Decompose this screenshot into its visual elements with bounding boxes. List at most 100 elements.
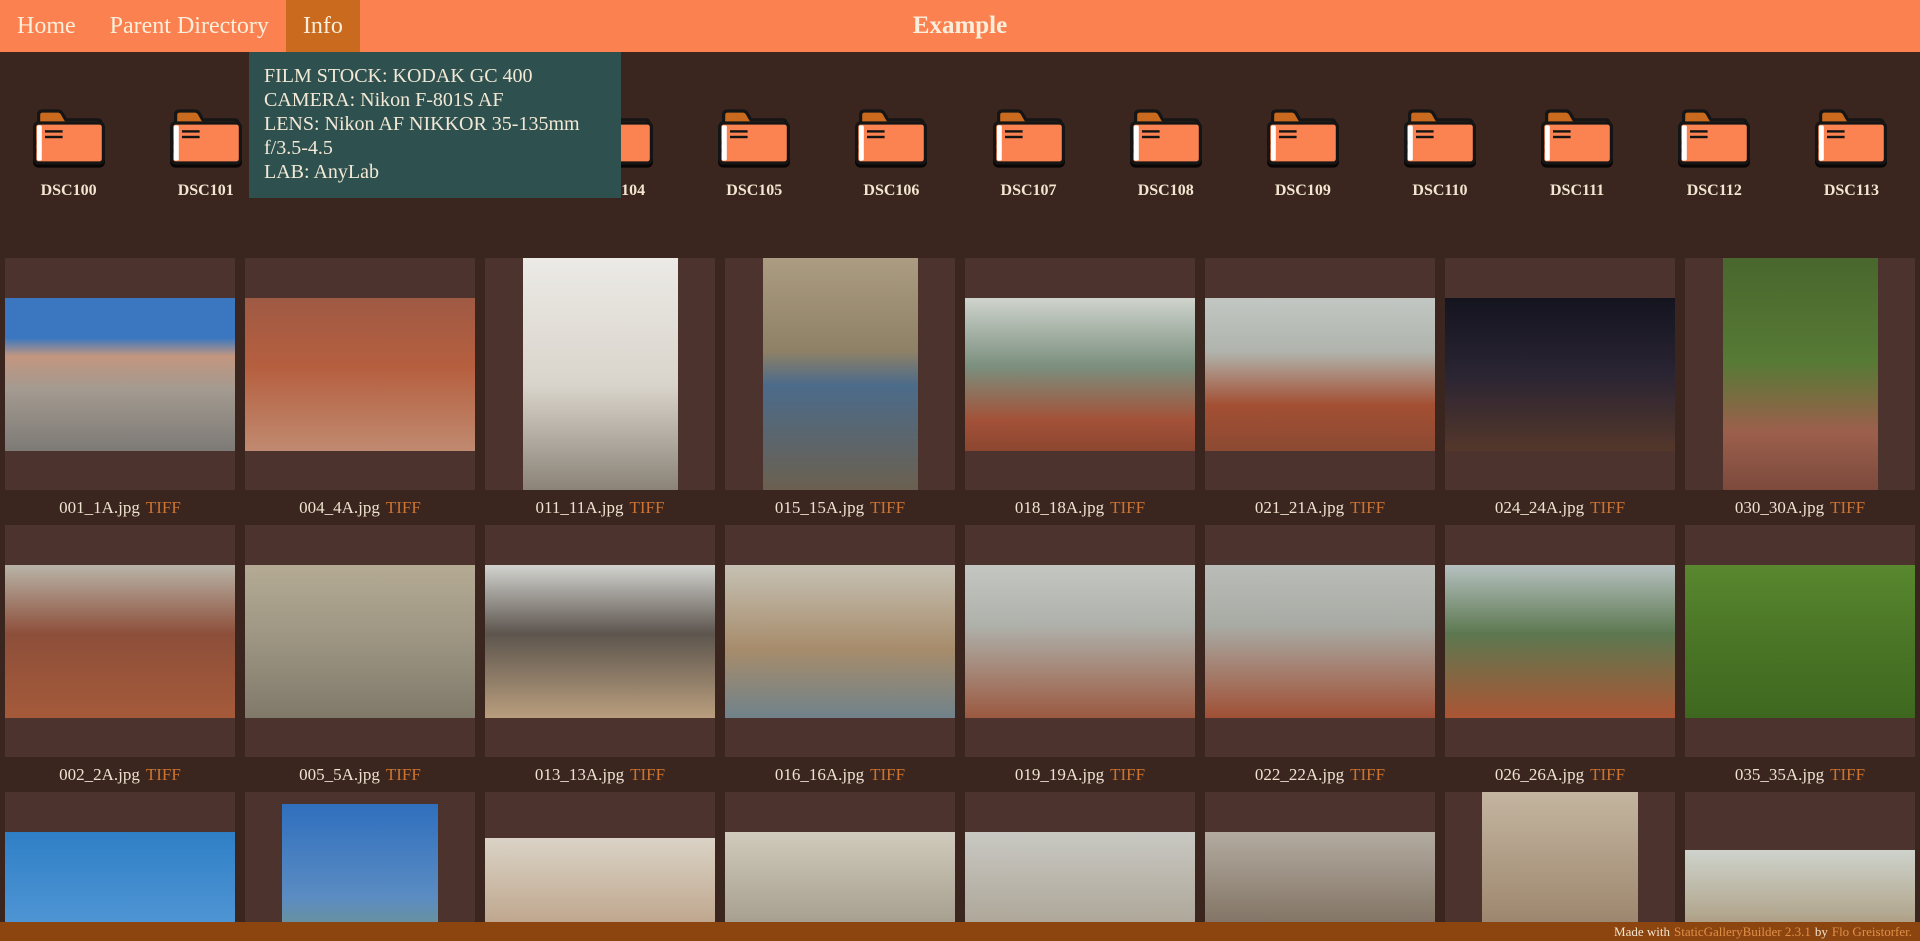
nav-item-info[interactable]: Info	[285, 0, 360, 52]
folder-item-dsc111[interactable]: DSC111	[1509, 102, 1646, 253]
thumbnail-format-tag[interactable]: TIFF	[386, 498, 421, 518]
thumbnail-caption[interactable]: 002_2A.jpg TIFF	[0, 757, 240, 792]
thumbnail-photo[interactable]	[245, 564, 475, 718]
thumbnail-tile[interactable]	[725, 258, 955, 490]
thumbnail-tile[interactable]	[1205, 792, 1435, 941]
gallery-item[interactable]: 021_21A.jpg TIFF	[1200, 258, 1440, 525]
thumbnail-caption[interactable]: 021_21A.jpg TIFF	[1200, 490, 1440, 525]
thumbnail-caption[interactable]: 035_35A.jpg TIFF	[1680, 757, 1920, 792]
gallery-item[interactable]: 035_35A.jpg TIFF	[1680, 525, 1920, 792]
thumbnail-caption[interactable]: 013_13A.jpg TIFF	[480, 757, 720, 792]
thumbnail-tile[interactable]	[965, 792, 1195, 941]
folder-item-dsc112[interactable]: DSC112	[1646, 102, 1783, 253]
thumbnail-photo[interactable]	[762, 258, 918, 490]
thumbnail-photo[interactable]	[522, 258, 678, 490]
thumbnail-tile[interactable]	[1685, 792, 1915, 941]
thumbnail-caption[interactable]: 005_5A.jpg TIFF	[240, 757, 480, 792]
folder-item-dsc107[interactable]: DSC107	[960, 102, 1097, 253]
thumbnail-photo[interactable]	[1205, 564, 1435, 718]
footer-gallery-builder-link[interactable]: StaticGalleryBuilder 2.3.1	[1674, 924, 1811, 940]
thumbnail-format-tag[interactable]: TIFF	[1590, 765, 1625, 785]
thumbnail-photo[interactable]	[1685, 564, 1915, 718]
gallery-item[interactable]: 004_4A.jpg TIFF	[240, 258, 480, 525]
gallery-item[interactable]: 022_22A.jpg TIFF	[1200, 525, 1440, 792]
thumbnail-photo[interactable]	[5, 564, 235, 718]
thumbnail-tile[interactable]	[965, 525, 1195, 757]
thumbnail-tile[interactable]	[485, 525, 715, 757]
folder-item-dsc105[interactable]: DSC105	[686, 102, 823, 253]
folder-item-dsc108[interactable]: DSC108	[1097, 102, 1234, 253]
gallery-item[interactable]	[480, 792, 720, 941]
thumbnail-tile[interactable]	[965, 258, 1195, 490]
thumbnail-tile[interactable]	[5, 258, 235, 490]
thumbnail-caption[interactable]: 030_30A.jpg TIFF	[1680, 490, 1920, 525]
thumbnail-format-tag[interactable]: TIFF	[146, 498, 181, 518]
thumbnail-format-tag[interactable]: TIFF	[630, 498, 665, 518]
gallery-item[interactable]: 013_13A.jpg TIFF	[480, 525, 720, 792]
thumbnail-tile[interactable]	[245, 258, 475, 490]
thumbnail-caption[interactable]: 024_24A.jpg TIFF	[1440, 490, 1680, 525]
gallery-item[interactable]: 018_18A.jpg TIFF	[960, 258, 1200, 525]
thumbnail-tile[interactable]	[485, 258, 715, 490]
folder-item-dsc110[interactable]: DSC110	[1371, 102, 1508, 253]
thumbnail-photo[interactable]	[282, 804, 438, 941]
thumbnail-caption[interactable]: 022_22A.jpg TIFF	[1200, 757, 1440, 792]
thumbnail-tile[interactable]	[5, 525, 235, 757]
thumbnail-tile[interactable]	[1445, 525, 1675, 757]
thumbnail-tile[interactable]	[725, 525, 955, 757]
gallery-item[interactable]: 016_16A.jpg TIFF	[720, 525, 960, 792]
thumbnail-tile[interactable]	[5, 792, 235, 941]
gallery-item[interactable]: 026_26A.jpg TIFF	[1440, 525, 1680, 792]
gallery-item[interactable]	[0, 792, 240, 941]
gallery-item[interactable]: 030_30A.jpg TIFF	[1680, 258, 1920, 525]
thumbnail-photo[interactable]	[1482, 792, 1638, 941]
gallery-item[interactable]	[720, 792, 960, 941]
thumbnail-photo[interactable]	[965, 297, 1195, 451]
thumbnail-format-tag[interactable]: TIFF	[870, 765, 905, 785]
gallery-item[interactable]	[1680, 792, 1920, 941]
folder-item-dsc100[interactable]: DSC100	[0, 102, 137, 253]
gallery-item[interactable]	[1200, 792, 1440, 941]
thumbnail-caption[interactable]: 004_4A.jpg TIFF	[240, 490, 480, 525]
thumbnail-caption[interactable]: 015_15A.jpg TIFF	[720, 490, 960, 525]
gallery-item[interactable]: 011_11A.jpg TIFF	[480, 258, 720, 525]
thumbnail-tile[interactable]	[1205, 525, 1435, 757]
folder-item-dsc113[interactable]: DSC113	[1783, 102, 1920, 253]
thumbnail-tile[interactable]	[1685, 258, 1915, 490]
nav-item-parent-directory[interactable]: Parent Directory	[93, 0, 286, 52]
gallery-item[interactable]	[240, 792, 480, 941]
thumbnail-tile[interactable]	[1205, 258, 1435, 490]
thumbnail-caption[interactable]: 016_16A.jpg TIFF	[720, 757, 960, 792]
thumbnail-caption[interactable]: 019_19A.jpg TIFF	[960, 757, 1200, 792]
gallery-item[interactable]: 015_15A.jpg TIFF	[720, 258, 960, 525]
thumbnail-caption[interactable]: 018_18A.jpg TIFF	[960, 490, 1200, 525]
gallery-item[interactable]: 024_24A.jpg TIFF	[1440, 258, 1680, 525]
thumbnail-tile[interactable]	[1445, 258, 1675, 490]
thumbnail-format-tag[interactable]: TIFF	[1350, 765, 1385, 785]
thumbnail-format-tag[interactable]: TIFF	[1590, 498, 1625, 518]
thumbnail-format-tag[interactable]: TIFF	[870, 498, 905, 518]
thumbnail-tile[interactable]	[1445, 792, 1675, 941]
thumbnail-tile[interactable]	[245, 525, 475, 757]
thumbnail-format-tag[interactable]: TIFF	[1830, 498, 1865, 518]
thumbnail-caption[interactable]: 001_1A.jpg TIFF	[0, 490, 240, 525]
folder-item-dsc109[interactable]: DSC109	[1234, 102, 1371, 253]
nav-item-home[interactable]: Home	[0, 0, 93, 52]
thumbnail-tile[interactable]	[485, 792, 715, 941]
gallery-item[interactable]: 005_5A.jpg TIFF	[240, 525, 480, 792]
thumbnail-format-tag[interactable]: TIFF	[1110, 765, 1145, 785]
thumbnail-tile[interactable]	[245, 792, 475, 941]
thumbnail-photo[interactable]	[485, 564, 715, 718]
gallery-item[interactable]: 002_2A.jpg TIFF	[0, 525, 240, 792]
thumbnail-format-tag[interactable]: TIFF	[1110, 498, 1145, 518]
thumbnail-format-tag[interactable]: TIFF	[630, 765, 665, 785]
folder-item-dsc106[interactable]: DSC106	[823, 102, 960, 253]
thumbnail-photo[interactable]	[965, 564, 1195, 718]
thumbnail-photo[interactable]	[1445, 564, 1675, 718]
thumbnail-tile[interactable]	[725, 792, 955, 941]
thumbnail-format-tag[interactable]: TIFF	[1830, 765, 1865, 785]
thumbnail-photo[interactable]	[1722, 258, 1878, 490]
gallery-item[interactable]	[960, 792, 1200, 941]
gallery-item[interactable]: 001_1A.jpg TIFF	[0, 258, 240, 525]
thumbnail-photo[interactable]	[1445, 297, 1675, 451]
